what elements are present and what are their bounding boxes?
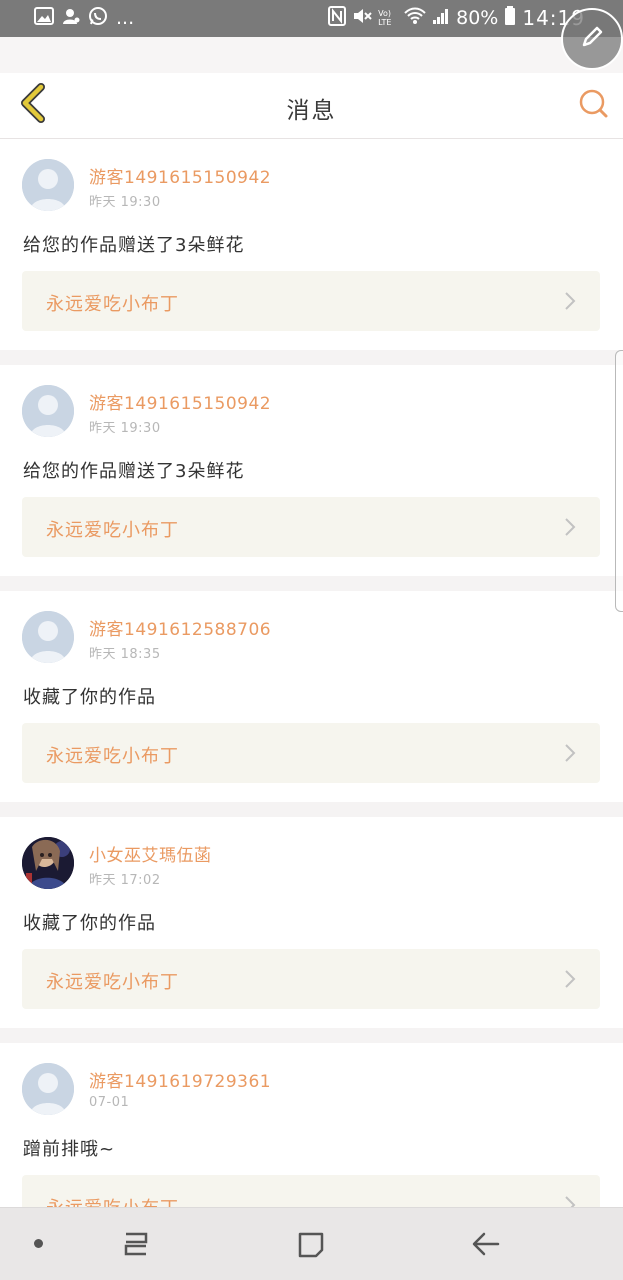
default-avatar-icon <box>22 611 74 663</box>
message-card[interactable]: 小女巫艾瑪伍菡 昨天 17:02 收藏了你的作品 永远爱吃小布丁 <box>0 817 623 1028</box>
message-text: 给您的作品赠送了3朵鲜花 <box>23 461 245 482</box>
back-arrow-icon <box>470 1232 502 1264</box>
chevron-right-icon <box>560 743 580 763</box>
status-bar-system: Vo) LTE 80% 14:19 <box>328 5 585 31</box>
message-time: 昨天 19:30 <box>89 195 161 210</box>
status-bar-notifications: ... <box>34 5 134 31</box>
message-text: 蹭前排哦~ <box>23 1139 116 1160</box>
home-icon <box>296 1232 326 1264</box>
message-time: 昨天 19:30 <box>89 421 161 436</box>
more-notifications-text: ... <box>116 7 135 29</box>
mute-icon <box>352 6 372 31</box>
profile-photo-icon <box>22 837 74 889</box>
default-avatar-icon <box>22 159 74 211</box>
gallery-icon <box>34 6 54 30</box>
avatar[interactable] <box>22 1063 74 1115</box>
message-text: 收藏了你的作品 <box>23 687 156 708</box>
message-card[interactable]: 游客1491612588706 昨天 18:35 收藏了你的作品 永远爱吃小布丁 <box>0 591 623 802</box>
nav-dot-icon[interactable] <box>34 1239 43 1248</box>
sender-name[interactable]: 游客1491615150942 <box>89 389 271 414</box>
work-link[interactable]: 永远爱吃小布丁 <box>22 949 600 1009</box>
battery-percent: 80% <box>456 7 499 29</box>
home-button[interactable] <box>296 1228 326 1260</box>
system-nav-bar <box>0 1207 623 1280</box>
chevron-right-icon <box>560 517 580 537</box>
work-link[interactable]: 永远爱吃小布丁 <box>22 271 600 331</box>
message-text: 收藏了你的作品 <box>23 913 156 934</box>
battery-icon <box>504 5 516 31</box>
nfc-icon <box>328 5 347 31</box>
floating-edit-button[interactable] <box>561 8 623 70</box>
message-time: 昨天 17:02 <box>89 873 161 888</box>
message-list: 游客1491615150942 昨天 19:30 给您的作品赠送了3朵鲜花 永远… <box>0 139 623 1269</box>
recent-apps-icon <box>120 1232 152 1264</box>
work-title: 永远爱吃小布丁 <box>46 972 179 993</box>
chevron-right-icon <box>560 969 580 989</box>
message-card[interactable]: 游客1491615150942 昨天 19:30 给您的作品赠送了3朵鲜花 永远… <box>0 365 623 576</box>
sender-name[interactable]: 小女巫艾瑪伍菡 <box>89 841 212 866</box>
sender-name[interactable]: 游客1491615150942 <box>89 163 271 188</box>
page-title: 消息 <box>286 98 337 124</box>
work-link[interactable]: 永远爱吃小布丁 <box>22 497 600 557</box>
message-text: 给您的作品赠送了3朵鲜花 <box>23 235 245 256</box>
work-title: 永远爱吃小布丁 <box>46 520 179 541</box>
avatar[interactable] <box>22 611 74 663</box>
message-time: 昨天 18:35 <box>89 647 161 662</box>
sender-name[interactable]: 游客1491619729361 <box>89 1067 271 1092</box>
work-title: 永远爱吃小布丁 <box>46 746 179 767</box>
chevron-right-icon <box>560 291 580 311</box>
volte-label: Vo) LTE <box>378 9 392 27</box>
avatar[interactable] <box>22 837 74 889</box>
screen: ... Vo) LTE 80% 14:19 消息 游客1491615150942… <box>0 0 623 1280</box>
message-time: 07-01 <box>89 1095 130 1110</box>
search-icon <box>577 87 609 123</box>
status-bar: ... Vo) LTE 80% 14:19 <box>0 0 623 37</box>
user-icon <box>62 7 80 30</box>
default-avatar-icon <box>22 1063 74 1115</box>
work-link[interactable]: 永远爱吃小布丁 <box>22 723 600 783</box>
signal-icon <box>432 7 450 30</box>
back-nav-button[interactable] <box>470 1228 502 1260</box>
whatsapp-icon <box>88 6 108 31</box>
recent-apps-button[interactable] <box>120 1228 152 1260</box>
top-strip <box>0 37 623 73</box>
search-button[interactable] <box>575 87 611 123</box>
avatar[interactable] <box>22 385 74 437</box>
message-card[interactable]: 游客1491615150942 昨天 19:30 给您的作品赠送了3朵鲜花 永远… <box>0 139 623 350</box>
default-avatar-icon <box>22 385 74 437</box>
scrollbar-thumb[interactable] <box>615 350 623 612</box>
sender-name[interactable]: 游客1491612588706 <box>89 615 271 640</box>
pencil-icon <box>578 23 606 55</box>
wifi-icon <box>404 7 426 30</box>
avatar[interactable] <box>22 159 74 211</box>
work-title: 永远爱吃小布丁 <box>46 294 179 315</box>
app-header: 消息 <box>0 73 623 139</box>
